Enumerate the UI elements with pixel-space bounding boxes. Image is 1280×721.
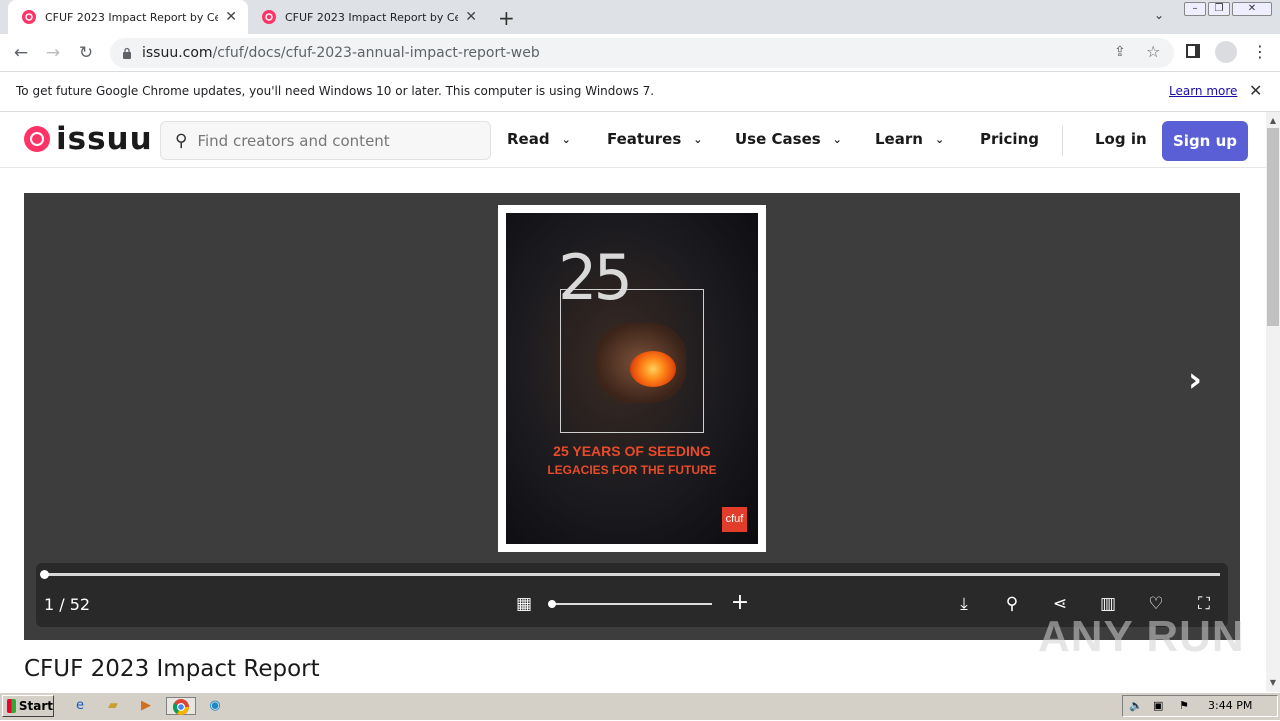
issuu-favicon-icon [262,10,276,24]
profile-avatar-icon[interactable] [1215,41,1237,63]
search-icon: ⚲ [175,130,188,151]
windows-logo-icon [7,699,16,713]
tab-title: CFUF 2023 Impact Report by Center [285,10,459,24]
grid-view-icon[interactable]: ▦ [513,594,535,614]
scrollbar-thumb[interactable] [1267,128,1279,326]
browser-tab[interactable]: CFUF 2023 Impact Report by Center ✕ [248,0,488,34]
nav-read[interactable]: Read ⌄ [507,130,571,148]
side-panel-icon[interactable] [1186,44,1200,58]
network-icon[interactable]: ▣ [1153,699,1163,712]
lock-icon [123,47,131,59]
chevron-down-icon: ⌄ [561,132,571,146]
nav-features-label: Features [607,130,682,148]
tab-title: CFUF 2023 Impact Report by Center [45,10,219,24]
bookmark-star-icon[interactable]: ☆ [1146,42,1160,61]
page-progress-knob[interactable] [40,570,49,579]
page-progress-track[interactable] [44,573,1220,576]
close-infobar-icon[interactable]: ✕ [1249,81,1262,100]
download-icon[interactable]: ⤓ [953,594,975,614]
search-placeholder: Find creators and content [197,131,390,150]
start-button[interactable]: Start [2,695,54,717]
tab-search-chevron-icon[interactable]: ⌄ [1154,8,1164,22]
restore-window-icon[interactable]: ❐ [1208,2,1230,16]
issuu-logo[interactable]: issuu [24,121,153,157]
file-explorer-icon[interactable]: ▰ [103,697,123,715]
taskbar-clock[interactable]: 3:44 PM [1208,699,1252,712]
infobar-message: To get future Google Chrome updates, you… [16,84,655,98]
next-page-icon[interactable]: › [1188,360,1202,400]
page-indicator: 1 / 52 [44,595,91,614]
document-title: CFUF 2023 Impact Report [24,656,320,682]
url-host: issuu.com [142,45,213,61]
minimize-window-icon[interactable]: – [1184,2,1206,16]
nav-pricing[interactable]: Pricing [980,130,1039,148]
chevron-down-icon: ⌄ [934,132,945,146]
issuu-logo-icon [24,126,50,152]
media-player-icon[interactable]: ▶ [136,697,156,715]
share-icon[interactable]: ⋖ [1049,594,1071,614]
action-center-flag-icon[interactable]: ⚑ [1179,699,1189,712]
chevron-down-icon: ⌄ [832,132,842,146]
close-tab-icon[interactable]: ✕ [464,9,478,25]
internet-explorer-icon[interactable]: e [70,697,90,715]
browser-toolbar: ← → ↻ issuu.com/cfuf/docs/cfuf-2023-annu… [0,34,1280,72]
anyrun-watermark: ANY RUN [1038,612,1245,661]
chrome-taskbar-icon[interactable] [166,697,196,715]
zoom-slider-knob[interactable] [548,600,556,608]
nav-use-cases[interactable]: Use Cases ⌄ [735,130,842,148]
close-tab-icon[interactable]: ✕ [224,9,238,25]
nav-features[interactable]: Features ⌄ [607,130,703,148]
browser-tab-bar: CFUF 2023 Impact Report by Center ✕ CFUF… [0,0,1280,34]
back-icon[interactable]: ← [10,42,32,64]
url-path: /cfuf/docs/cfuf-2023-annual-impact-repor… [212,45,540,61]
logo-wordmark: issuu [56,121,153,157]
share-icon[interactable]: ⇪ [1114,44,1126,60]
like-heart-icon[interactable]: ♡ [1145,594,1167,614]
chrome-logo-icon [172,699,189,715]
scroll-up-icon[interactable]: ▲ [1266,114,1280,128]
fullscreen-icon[interactable]: ⛶ [1193,594,1215,614]
nav-learn-label: Learn [875,130,923,148]
search-input[interactable]: ⚲ Find creators and content [160,121,491,160]
cover-title-line2: LEGACIES FOR THE FUTURE [547,463,717,477]
scroll-down-icon[interactable]: ▼ [1266,676,1280,690]
system-tray: 🔈 ▣ ⚑ [1122,695,1278,717]
learn-more-link[interactable]: Learn more [1169,84,1237,98]
zoom-slider-track[interactable] [552,603,712,605]
start-label: Start [18,699,53,713]
signup-button[interactable]: Sign up [1162,121,1248,161]
forward-icon[interactable]: → [42,42,64,64]
cover-page-image: 25 25 YEARS OF SEEDING LEGACIES FOR THE … [506,213,758,544]
chrome-update-infobar: To get future Google Chrome updates, you… [0,72,1280,112]
volume-icon[interactable]: 🔈 [1129,699,1143,712]
close-window-icon[interactable]: ✕ [1232,2,1272,16]
chrome-menu-icon[interactable]: ⋮ [1252,42,1268,61]
browser-tab-active[interactable]: CFUF 2023 Impact Report by Center ✕ [8,0,248,34]
cover-number: 25 [558,241,633,314]
nav-use-cases-label: Use Cases [735,130,821,148]
zoom-in-icon[interactable]: + [729,590,751,615]
cover-brand-logo: cfuf [722,507,747,532]
reload-icon[interactable]: ↻ [75,42,97,64]
cover-title-line1: 25 YEARS OF SEEDING [553,443,711,459]
nav-learn[interactable]: Learn ⌄ [875,130,944,148]
nav-read-label: Read [507,130,550,148]
pages-view-icon[interactable]: ▥ [1097,594,1119,614]
edge-icon[interactable]: ◉ [205,697,225,715]
search-in-document-icon[interactable]: ⚲ [1001,594,1023,614]
nav-divider [1062,126,1063,156]
chevron-down-icon: ⌄ [693,132,703,146]
site-header: issuu ⚲ Find creators and content Read ⌄ … [0,112,1266,168]
nav-pricing-label: Pricing [980,130,1039,148]
address-bar[interactable]: issuu.com/cfuf/docs/cfuf-2023-annual-imp… [110,38,1174,68]
login-button[interactable]: Log in [1095,130,1147,148]
new-tab-icon[interactable]: + [498,6,515,30]
issuu-favicon-icon [22,10,36,24]
